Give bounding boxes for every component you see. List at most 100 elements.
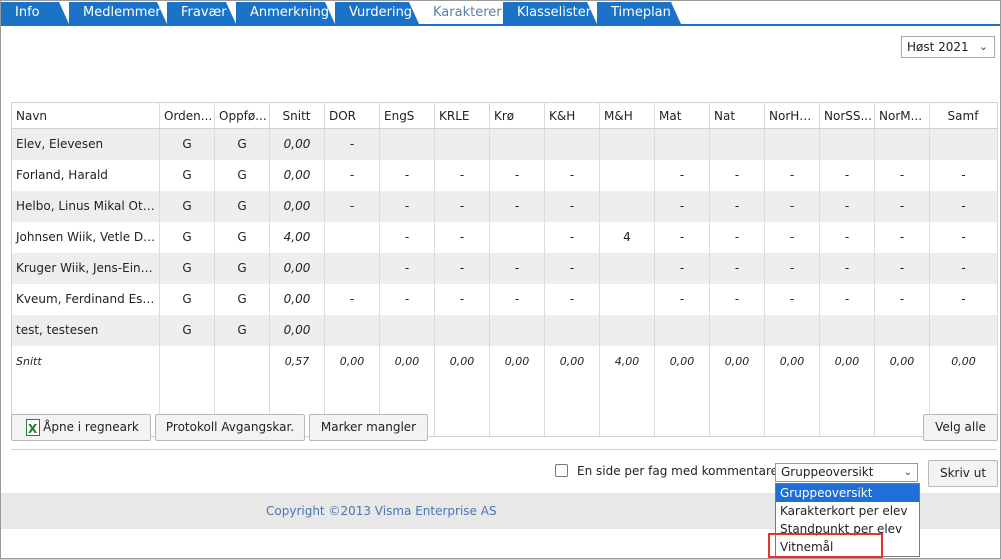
grade-cell[interactable]: -	[434, 252, 490, 284]
column-header[interactable]: Krø	[489, 102, 545, 129]
grade-cell[interactable]: 0,00	[269, 283, 325, 315]
grade-cell[interactable]: -	[929, 190, 998, 222]
grade-cell[interactable]: G	[159, 159, 215, 191]
mark-missing-button[interactable]: Marker mangler	[309, 414, 428, 441]
tab-klasselister[interactable]: Klasselister	[503, 2, 597, 24]
column-header[interactable]: NorM...	[874, 102, 930, 129]
comments-per-subject-checkbox[interactable]	[555, 464, 568, 477]
grade-cell[interactable]: -	[324, 128, 380, 160]
table-row[interactable]: test, testesen G G 0,00	[11, 314, 998, 346]
grade-cell[interactable]: -	[874, 190, 930, 222]
column-header[interactable]: M&H	[599, 102, 655, 129]
column-header[interactable]: Navn	[11, 102, 160, 129]
grade-cell[interactable]	[434, 314, 490, 346]
grade-cell[interactable]	[489, 221, 545, 253]
grade-cell[interactable]: -	[709, 252, 765, 284]
student-name-cell[interactable]: Kruger Wiik, Jens-Einar ...	[11, 252, 160, 284]
grade-cell[interactable]: -	[489, 252, 545, 284]
grade-cell[interactable]	[544, 128, 600, 160]
grade-cell[interactable]: -	[654, 159, 710, 191]
grade-cell[interactable]: -	[709, 221, 765, 253]
grade-cell[interactable]: -	[819, 252, 875, 284]
tab-karakterer[interactable]: Karakterer	[419, 2, 503, 24]
grade-cell[interactable]: -	[489, 159, 545, 191]
grade-cell[interactable]: -	[874, 221, 930, 253]
tab-vurdering[interactable]: Vurdering	[335, 2, 419, 24]
column-header[interactable]: Mat	[654, 102, 710, 129]
grade-cell[interactable]: -	[654, 283, 710, 315]
grade-cell[interactable]: -	[434, 159, 490, 191]
table-row[interactable]: Helbo, Linus Mikal Otn... G G 0,00- - - - - - - - -…	[11, 190, 998, 222]
grade-cell[interactable]: G	[214, 314, 270, 346]
column-header[interactable]: NorHS...	[764, 102, 820, 129]
grade-cell[interactable]: G	[159, 314, 215, 346]
grade-cell[interactable]	[599, 159, 655, 191]
grade-cell[interactable]: -	[379, 252, 435, 284]
term-select[interactable]: Høst 2021 ⌄	[901, 36, 995, 58]
grade-cell[interactable]: -	[929, 159, 998, 191]
grade-cell[interactable]: -	[434, 221, 490, 253]
column-header[interactable]: DOR	[324, 102, 380, 129]
grade-cell[interactable]: -	[764, 252, 820, 284]
grade-cell[interactable]: -	[654, 252, 710, 284]
grade-cell[interactable]: -	[379, 190, 435, 222]
grade-cell[interactable]	[819, 314, 875, 346]
grade-cell[interactable]: G	[214, 128, 270, 160]
grade-cell[interactable]: G	[214, 252, 270, 284]
grade-cell[interactable]: -	[654, 221, 710, 253]
grade-cell[interactable]: -	[379, 159, 435, 191]
grade-cell[interactable]: -	[434, 283, 490, 315]
grade-cell[interactable]	[324, 221, 380, 253]
grade-cell[interactable]: -	[929, 283, 998, 315]
grade-cell[interactable]: G	[214, 190, 270, 222]
grade-cell[interactable]: G	[214, 283, 270, 315]
grade-cell[interactable]	[764, 314, 820, 346]
student-name-cell[interactable]: Elev, Elevesen	[11, 128, 160, 160]
grade-cell[interactable]	[819, 128, 875, 160]
grade-cell[interactable]: -	[929, 252, 998, 284]
grade-cell[interactable]: G	[159, 283, 215, 315]
column-header[interactable]: Snitt	[269, 102, 325, 129]
grade-cell[interactable]: -	[544, 159, 600, 191]
grade-cell[interactable]	[379, 314, 435, 346]
report-type-select[interactable]: Gruppeoversikt ⌄	[775, 463, 918, 482]
grade-cell[interactable]: 4	[599, 221, 655, 253]
grade-cell[interactable]: -	[544, 190, 600, 222]
student-name-cell[interactable]: Helbo, Linus Mikal Otn...	[11, 190, 160, 222]
grade-cell[interactable]	[324, 314, 380, 346]
grade-cell[interactable]: -	[324, 190, 380, 222]
column-header[interactable]: Nat	[709, 102, 765, 129]
print-button[interactable]: Skriv ut	[928, 460, 998, 487]
grade-cell[interactable]	[379, 128, 435, 160]
grade-cell[interactable]: 0,00	[269, 128, 325, 160]
grade-cell[interactable]	[874, 314, 930, 346]
table-row[interactable]: Johnsen Wiik, Vetle Dahl G G 4,00- - -4- - - - - -	[11, 221, 998, 253]
open-spreadsheet-button[interactable]: Åpne i regneark	[11, 414, 151, 442]
grade-cell[interactable]: -	[654, 190, 710, 222]
grade-cell[interactable]: -	[544, 283, 600, 315]
grade-cell[interactable]	[599, 283, 655, 315]
table-row[interactable]: Elev, Elevesen G G 0,00-	[11, 128, 998, 160]
grade-cell[interactable]: -	[324, 159, 380, 191]
grade-cell[interactable]: -	[764, 159, 820, 191]
grade-cell[interactable]: -	[764, 283, 820, 315]
column-header[interactable]: KRLE	[434, 102, 490, 129]
grade-cell[interactable]: -	[874, 283, 930, 315]
protocol-button[interactable]: Protokoll Avgangskar.	[155, 414, 305, 441]
dropdown-option-karakterkort[interactable]: Karakterkort per elev	[776, 502, 919, 520]
select-all-button[interactable]: Velg alle	[923, 414, 998, 441]
column-header[interactable]: Oppfø...	[214, 102, 270, 129]
grade-cell[interactable]: -	[544, 221, 600, 253]
grade-cell[interactable]: 4,00	[269, 221, 325, 253]
grade-cell[interactable]: G	[159, 190, 215, 222]
grade-cell[interactable]: -	[324, 283, 380, 315]
grade-cell[interactable]: 0,00	[269, 190, 325, 222]
student-name-cell[interactable]: Kveum, Ferdinand Eski...	[11, 283, 160, 315]
grade-cell[interactable]: G	[159, 252, 215, 284]
grade-cell[interactable]: -	[874, 159, 930, 191]
column-header[interactable]: NorSS...	[819, 102, 875, 129]
grade-cell[interactable]: G	[214, 221, 270, 253]
grade-cell[interactable]	[709, 314, 765, 346]
grade-cell[interactable]	[654, 128, 710, 160]
grade-cell[interactable]	[489, 314, 545, 346]
